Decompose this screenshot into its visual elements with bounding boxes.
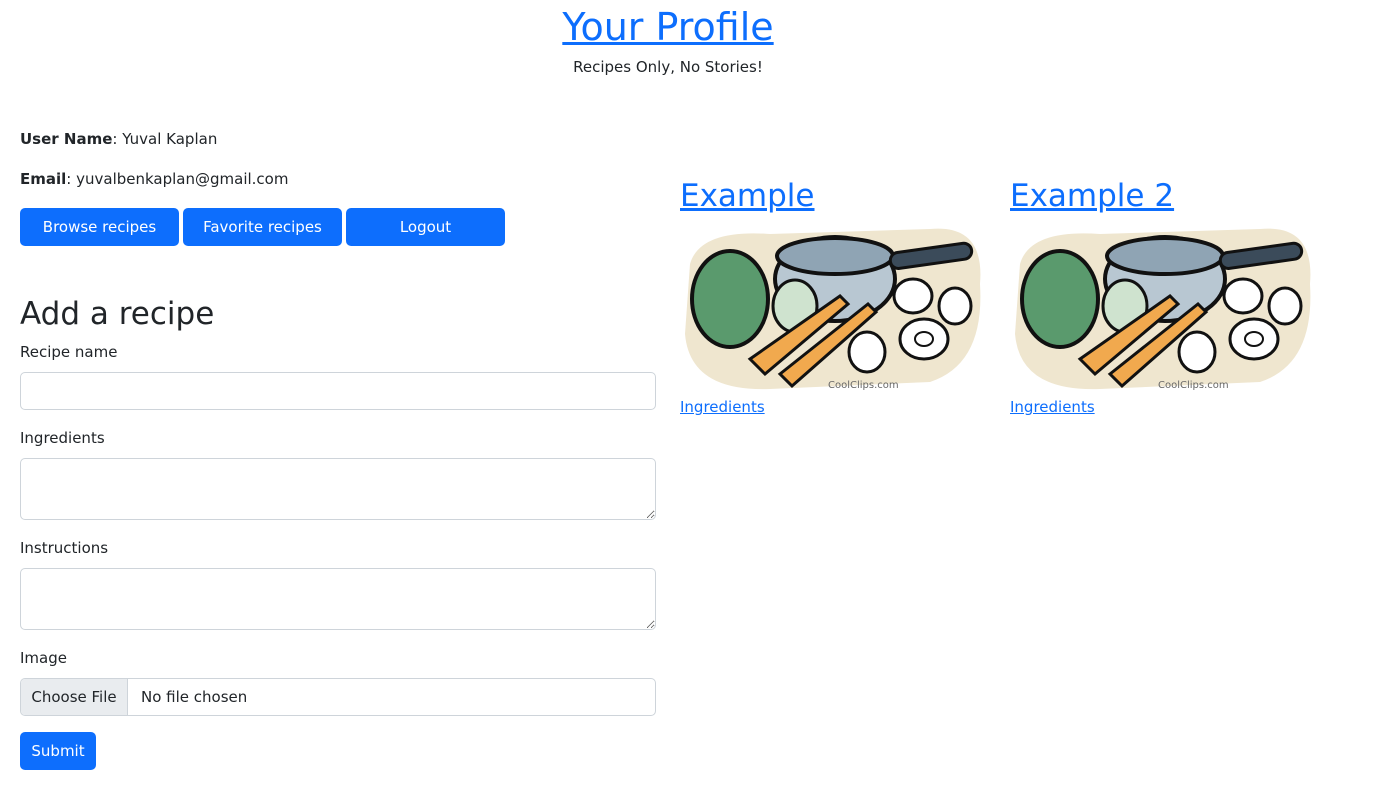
recipe-image[interactable]: CoolClips.com: [680, 224, 986, 394]
favorite-recipes-button[interactable]: Favorite recipes: [183, 208, 342, 246]
browse-recipes-button[interactable]: Browse recipes: [20, 208, 179, 246]
email-label: Email: [20, 170, 67, 188]
file-status: No file chosen: [141, 688, 248, 706]
recipe-title-link[interactable]: Example 2: [1010, 170, 1174, 222]
recipe-card: Example 2 CoolClips.com Ingredients: [1010, 170, 1316, 416]
email-value: yuvalbenkaplan@gmail.com: [76, 170, 289, 188]
email-line: Email: yuvalbenkaplan@gmail.com: [20, 170, 289, 188]
image-file-input[interactable]: Choose File No file chosen: [20, 678, 656, 716]
recipe-card: Example CoolClips.com Ingredients: [680, 170, 986, 416]
submit-button[interactable]: Submit: [20, 732, 96, 770]
image-watermark: CoolClips.com: [1158, 380, 1229, 391]
ingredients-link[interactable]: Ingredients: [1010, 398, 1095, 416]
instructions-label: Instructions: [20, 539, 109, 557]
image-watermark: CoolClips.com: [828, 380, 899, 391]
page-title[interactable]: Your Profile: [562, 4, 773, 50]
action-buttons: Browse recipes Favorite recipes Logout: [20, 208, 505, 246]
recipe-image[interactable]: CoolClips.com: [1010, 224, 1316, 394]
choose-file-button[interactable]: Choose File: [21, 679, 128, 715]
image-label: Image: [20, 649, 67, 667]
ingredients-label: Ingredients: [20, 429, 105, 447]
instructions-textarea[interactable]: [20, 568, 656, 630]
username-label: User Name: [20, 130, 113, 148]
recipe-name-label: Recipe name: [20, 343, 118, 361]
recipe-name-input[interactable]: [20, 372, 656, 410]
logout-button[interactable]: Logout: [346, 208, 505, 246]
ingredients-link[interactable]: Ingredients: [680, 398, 765, 416]
username-line: User Name: Yuval Kaplan: [20, 130, 218, 148]
ingredients-textarea[interactable]: [20, 458, 656, 520]
add-recipe-heading: Add a recipe: [20, 296, 215, 332]
page-subtitle: Recipes Only, No Stories!: [573, 58, 763, 76]
username-value: Yuval Kaplan: [122, 130, 218, 148]
recipe-title-link[interactable]: Example: [680, 170, 815, 222]
header: Your Profile Recipes Only, No Stories!: [0, 0, 1336, 76]
